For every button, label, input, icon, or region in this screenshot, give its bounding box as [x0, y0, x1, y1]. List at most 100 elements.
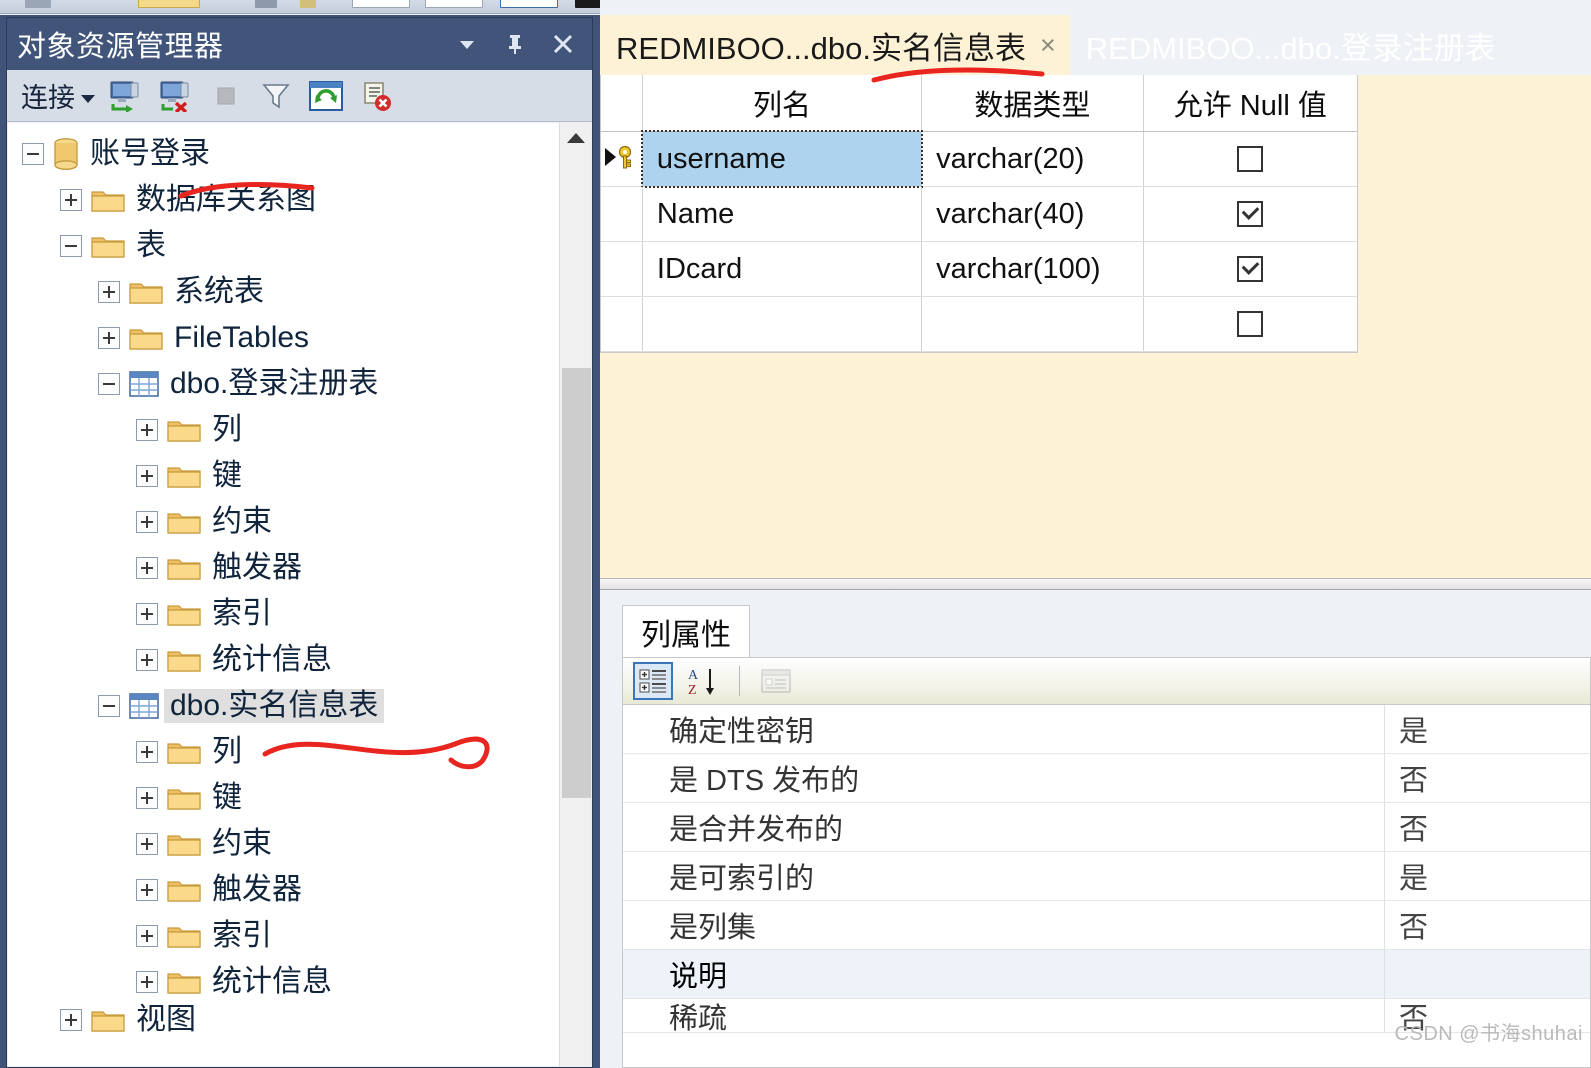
tree-expander-expanded[interactable] [22, 143, 44, 165]
tree-expander-collapsed[interactable] [136, 879, 158, 901]
row-selector[interactable] [601, 187, 643, 241]
tree-node[interactable]: 统计信息 [8, 959, 559, 1005]
connect-button[interactable]: 连接 [21, 76, 95, 115]
tree-node[interactable]: 系统表 [8, 269, 559, 315]
scrollbar-thumb[interactable] [562, 368, 591, 798]
grid-row[interactable]: IDcard varchar(100) [601, 242, 1357, 297]
cell-column-name[interactable]: username [640, 130, 924, 188]
tree-expander-collapsed[interactable] [60, 1009, 82, 1031]
cell-allow-nulls[interactable] [1144, 132, 1357, 186]
property-row[interactable]: 是可索引的是 [623, 852, 1590, 901]
filter-icon[interactable] [257, 77, 295, 115]
tree-expander-collapsed[interactable] [98, 281, 120, 303]
tree-scrollbar[interactable] [559, 123, 591, 1066]
document-tab[interactable]: REDMIBOO...dbo.登录注册表 [1070, 15, 1510, 75]
script-error-icon[interactable] [357, 77, 395, 115]
tree-node[interactable]: FileTables [8, 315, 559, 361]
column-grid[interactable]: 列名 数据类型 允许 Null 值 username varchar(20) Name va… [600, 75, 1358, 353]
tree-node[interactable]: 约束 [8, 499, 559, 545]
allow-nulls-checkbox[interactable] [1237, 256, 1264, 282]
cell-data-type[interactable]: varchar(40) [922, 187, 1144, 241]
tree-expander-collapsed[interactable] [136, 925, 158, 947]
tree-expander-collapsed[interactable] [136, 419, 158, 441]
tree-expander-collapsed[interactable] [136, 465, 158, 487]
tree-node[interactable]: 索引 [8, 913, 559, 959]
cell-data-type[interactable]: varchar(20) [922, 132, 1144, 186]
tree-node[interactable]: dbo.登录注册表 [8, 361, 559, 407]
tree-expander-collapsed[interactable] [136, 787, 158, 809]
property-value[interactable] [1385, 950, 1590, 998]
pin-icon[interactable] [502, 31, 528, 57]
scroll-up-icon[interactable] [560, 123, 591, 153]
close-icon[interactable]: × [1040, 30, 1056, 61]
tree-expander-collapsed[interactable] [98, 327, 120, 349]
tree-expander-collapsed[interactable] [60, 189, 82, 211]
sort-az-icon[interactable]: A Z [683, 662, 723, 700]
tree-expander-collapsed[interactable] [136, 557, 158, 579]
grid-row[interactable]: username varchar(20) [601, 130, 1357, 188]
tree-node[interactable]: 视图 [8, 1005, 559, 1035]
tree-node[interactable]: 触发器 [8, 545, 559, 591]
connect-server-icon[interactable] [107, 77, 145, 115]
properties-list[interactable]: 确定性密钥是是 DTS 发布的否是合并发布的否是可索引的是是列集否说明 稀疏否 [622, 705, 1591, 1068]
cell-data-type[interactable] [922, 297, 1144, 351]
refresh-icon[interactable] [307, 77, 345, 115]
property-row[interactable]: 说明 [623, 950, 1590, 999]
cell-allow-nulls[interactable] [1144, 242, 1357, 296]
allow-nulls-checkbox[interactable] [1237, 311, 1264, 337]
property-value[interactable]: 否 [1385, 754, 1590, 802]
close-icon[interactable] [550, 31, 576, 57]
cell-allow-nulls[interactable] [1144, 297, 1357, 351]
tree-node[interactable]: 账号登录 [8, 131, 559, 177]
tree-expander-collapsed[interactable] [136, 603, 158, 625]
row-selector[interactable] [601, 242, 643, 296]
tree-node[interactable]: 索引 [8, 591, 559, 637]
tree-node[interactable]: dbo.实名信息表 [8, 683, 559, 729]
tree-node[interactable]: 约束 [8, 821, 559, 867]
cell-column-name[interactable] [643, 297, 923, 351]
grid-row[interactable]: Name varchar(40) [601, 187, 1357, 242]
tree-expander-collapsed[interactable] [136, 833, 158, 855]
tree-expander-expanded[interactable] [60, 235, 82, 257]
document-tab[interactable]: REDMIBOO...dbo.实名信息表 × [600, 15, 1070, 75]
tree-node[interactable]: 统计信息 [8, 637, 559, 683]
row-selector[interactable] [601, 297, 643, 351]
toolbar-icon-generic [25, 0, 51, 8]
tree-expander-expanded[interactable] [98, 373, 120, 395]
tree-node[interactable]: 数据库关系图 [8, 177, 559, 223]
cell-data-type[interactable]: varchar(100) [922, 242, 1144, 296]
tree-node[interactable]: 列 [8, 729, 559, 775]
cell-column-name[interactable]: Name [643, 187, 923, 241]
categorized-icon[interactable] [633, 662, 673, 700]
tree-expander-expanded[interactable] [98, 695, 120, 717]
grid-row[interactable] [601, 297, 1357, 352]
object-explorer-tree[interactable]: 账号登录 数据库关系图表系统表 FileTables dbo.登录注册表列键约束 触发器… [8, 123, 559, 1066]
property-value[interactable]: 是 [1385, 705, 1590, 753]
chevron-down-icon[interactable] [454, 31, 480, 57]
cell-column-name[interactable]: IDcard [643, 242, 923, 296]
tree-expander-collapsed[interactable] [136, 649, 158, 671]
property-row[interactable]: 是列集否 [623, 901, 1590, 950]
tree-node[interactable]: 触发器 [8, 867, 559, 913]
allow-nulls-checkbox[interactable] [1237, 201, 1264, 227]
tree-node[interactable]: 列 [8, 407, 559, 453]
disconnect-server-icon[interactable] [157, 77, 195, 115]
tree-expander-collapsed[interactable] [136, 741, 158, 763]
property-value[interactable]: 否 [1385, 901, 1590, 949]
document-tabs[interactable]: REDMIBOO...dbo.实名信息表 × REDMIBOO...dbo.登录注册… [600, 15, 1510, 75]
tree-node[interactable]: 键 [8, 453, 559, 499]
property-row[interactable]: 是合并发布的否 [623, 803, 1590, 852]
property-row[interactable]: 是 DTS 发布的否 [623, 754, 1590, 803]
tab-column-properties[interactable]: 列属性 [622, 605, 750, 657]
tree-expander-collapsed[interactable] [136, 971, 158, 993]
tree-expander-collapsed[interactable] [136, 511, 158, 533]
property-row[interactable]: 确定性密钥是 [623, 705, 1590, 754]
allow-nulls-checkbox[interactable] [1237, 146, 1264, 172]
horizontal-splitter[interactable] [600, 578, 1591, 590]
cell-allow-nulls[interactable] [1144, 187, 1357, 241]
tree-node[interactable]: 键 [8, 775, 559, 821]
property-value[interactable]: 否 [1385, 803, 1590, 851]
row-selector[interactable] [601, 132, 643, 186]
tree-node[interactable]: 表 [8, 223, 559, 269]
property-value[interactable]: 是 [1385, 852, 1590, 900]
